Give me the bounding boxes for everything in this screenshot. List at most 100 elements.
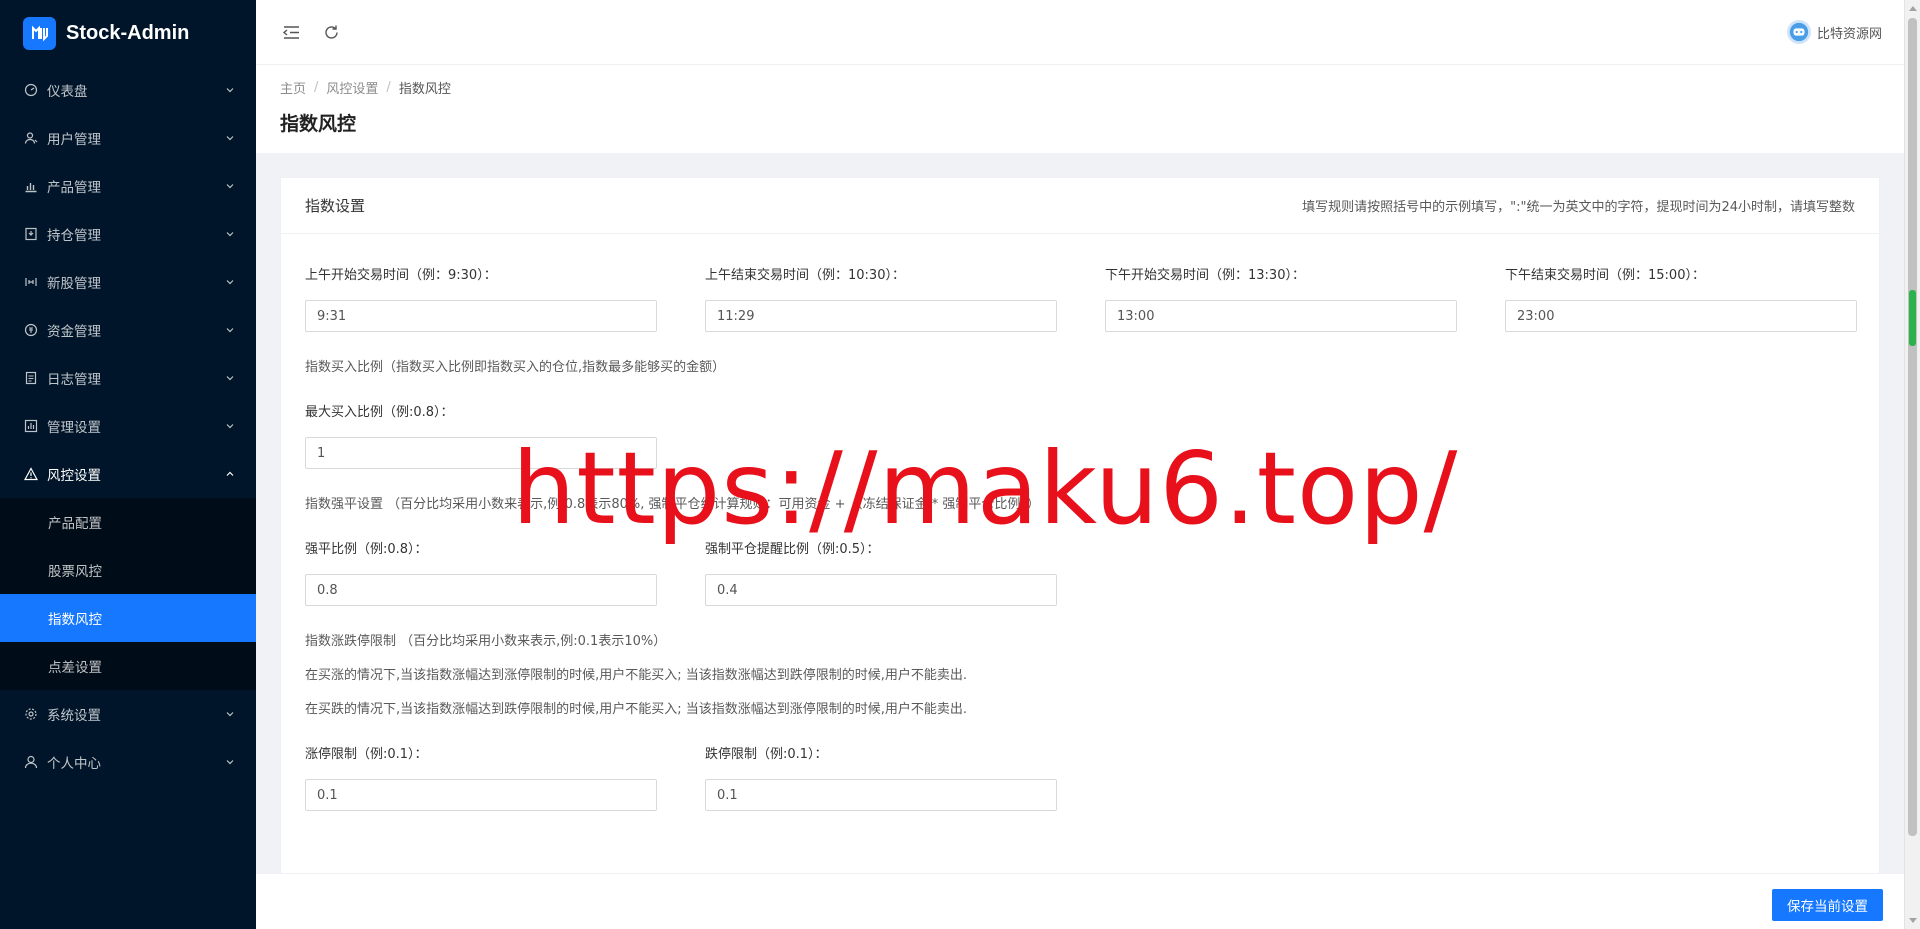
chevron-down-icon [224,180,236,192]
sidebar-item-label: 新股管理 [47,276,101,292]
pm-end-input[interactable] [1505,300,1857,332]
page-scrollbar[interactable] [1904,0,1920,929]
money-icon [24,323,38,337]
limit-down-field: 跌停限制（例:0.1）： [705,745,1057,811]
user-manage-icon [24,131,38,145]
sidebar-item-label: 产品管理 [47,180,101,196]
risk-submenu: 产品配置 股票风控 指数风控 点差设置 [0,498,256,690]
am-end-input[interactable] [705,300,1057,332]
pm-end-field: 下午结束交易时间（例：15:00）： [1505,266,1857,332]
sidebar-item-label: 持仓管理 [47,228,101,244]
sidebar-item-dashboard[interactable]: 仪表盘 [0,66,256,114]
user-menu[interactable]: 比特资源网 [1786,20,1882,44]
sidebar-item-spread-settings[interactable]: 点差设置 [0,642,256,690]
logo[interactable]: Stock-Admin [0,0,256,66]
limit-rule-up: 在买涨的情况下,当该指数涨幅达到涨停限制的时候,用户不能买入; 当该指数涨幅达到… [305,668,968,683]
chevron-down-icon [224,276,236,288]
sidebar-item-risk-settings[interactable]: 风控设置 [0,450,256,498]
sidebar-item-funds[interactable]: 资金管理 [0,306,256,354]
page-header: 主页 / 风控设置 / 指数风控 指数风控 [256,65,1904,153]
sidebar-item-label: 个人中心 [47,756,101,772]
sidebar-item-ipo[interactable]: 新股管理 [0,258,256,306]
limit-up-input[interactable] [305,779,657,811]
sidebar-item-logs[interactable]: 日志管理 [0,354,256,402]
breadcrumb-risk-settings[interactable]: 风控设置 [326,78,378,97]
chevron-up-icon [224,468,236,480]
sidebar-item-system-settings[interactable]: 系统设置 [0,690,256,738]
limit-up-label: 涨停限制（例:0.1）： [305,747,428,762]
sidebar-menu: 仪表盘 用户管理 产品管理 持仓管理 新股管理 资金管理 日志管理 管理设置 风… [0,66,256,786]
fill-rules-hint: 填写规则请按照括号中的示例填写，":"统一为英文中的字符，提现时间为24小时制，… [1302,200,1855,215]
scroll-up-arrow-icon[interactable] [1909,6,1917,11]
admin-settings-icon [24,419,38,433]
scroll-thumb[interactable] [1908,18,1917,836]
buy-ratio-note: 指数买入比例（指数买入比例即指数买入的仓位,指数最多能够买的金额） [305,360,726,375]
scroll-marker [1909,290,1916,346]
user-icon [24,755,38,769]
holdings-icon [24,227,38,241]
scroll-down-arrow-icon[interactable] [1909,918,1917,923]
sidebar-item-index-risk[interactable]: 指数风控 [0,594,256,642]
limit-rule-down: 在买跌的情况下,当该指数涨幅达到跌停限制的时候,用户不能买入; 当该指数涨幅达到… [305,702,968,717]
chevron-down-icon [224,420,236,432]
breadcrumb: 主页 / 风控设置 / 指数风控 [280,78,1880,97]
sidebar-item-users[interactable]: 用户管理 [0,114,256,162]
sidebar-item-holdings[interactable]: 持仓管理 [0,210,256,258]
card-body: 上午开始交易时间（例：9:30）： 上午结束交易时间（例：10:30）： 下午开… [281,234,1879,811]
ipo-icon [24,275,38,289]
gear-icon [24,707,38,721]
force-close-ratio-field: 强平比例（例:0.8）： [305,540,657,606]
limit-down-label: 跌停限制（例:0.1）： [705,747,828,762]
force-close-ratio-input[interactable] [305,574,657,606]
sidebar: Stock-Admin 仪表盘 用户管理 产品管理 持仓管理 新股管理 资金管理… [0,0,256,929]
breadcrumb-separator: / [386,80,391,95]
log-icon [24,371,38,385]
sidebar-item-profile[interactable]: 个人中心 [0,738,256,786]
sidebar-item-label: 管理设置 [47,420,101,436]
top-header: 比特资源网 [256,0,1904,65]
limit-up-field: 涨停限制（例:0.1）： [305,745,657,811]
am-start-input[interactable] [305,300,657,332]
buy-ratio-row: 最大买入比例（例:0.8）： [305,403,1855,469]
card-title: 指数设置 [305,197,366,215]
page-title: 指数风控 [280,113,357,135]
warning-icon [24,467,38,481]
am-start-label: 上午开始交易时间（例：9:30）： [305,268,497,283]
force-close-remind-label: 强制平仓提醒比例（例:0.5）： [705,542,880,557]
chevron-down-icon [224,324,236,336]
am-start-field: 上午开始交易时间（例：9:30）： [305,266,657,332]
save-settings-button[interactable]: 保存当前设置 [1772,889,1883,921]
sidebar-item-label: 仪表盘 [47,84,88,100]
app-title: Stock-Admin [66,21,190,44]
pm-end-label: 下午结束交易时间（例：15:00）： [1505,268,1705,283]
trading-times-row: 上午开始交易时间（例：9:30）： 上午结束交易时间（例：10:30）： 下午开… [305,266,1857,332]
reload-icon[interactable] [320,21,342,43]
sidebar-item-product-config[interactable]: 产品配置 [0,498,256,546]
limit-row: 涨停限制（例:0.1）： 跌停限制（例:0.1）： [305,745,1855,811]
pm-start-label: 下午开始交易时间（例：13:30）： [1105,268,1305,283]
sidebar-item-label: 风控设置 [47,468,101,484]
chevron-down-icon [224,132,236,144]
force-close-note: 指数强平设置 （百分比均采用小数来表示,例:0.8表示80%, 强制平仓线计算规… [305,497,1040,512]
pm-start-input[interactable] [1105,300,1457,332]
limit-down-input[interactable] [705,779,1057,811]
max-buy-ratio-input[interactable] [305,437,657,469]
sidebar-item-admin-settings[interactable]: 管理设置 [0,402,256,450]
menu-fold-icon[interactable] [280,21,302,43]
chevron-down-icon [224,708,236,720]
chevron-down-icon [224,84,236,96]
chevron-down-icon [224,372,236,384]
breadcrumb-current: 指数风控 [398,82,451,97]
card-header: 指数设置 填写规则请按照括号中的示例填写，":"统一为英文中的字符，提现时间为2… [281,178,1879,234]
sidebar-item-label: 日志管理 [47,372,101,388]
breadcrumb-home[interactable]: 主页 [280,78,306,97]
max-buy-ratio-field: 最大买入比例（例:0.8）： [305,403,657,469]
sidebar-item-products[interactable]: 产品管理 [0,162,256,210]
index-settings-card: 指数设置 填写规则请按照括号中的示例填写，":"统一为英文中的字符，提现时间为2… [280,177,1880,873]
breadcrumb-separator: / [314,80,319,95]
sidebar-item-stock-risk[interactable]: 股票风控 [0,546,256,594]
logo-icon [23,16,56,50]
force-close-remind-input[interactable] [705,574,1057,606]
user-name: 比特资源网 [1816,26,1882,42]
footer-toolbar: 保存当前设置 [256,873,1904,929]
